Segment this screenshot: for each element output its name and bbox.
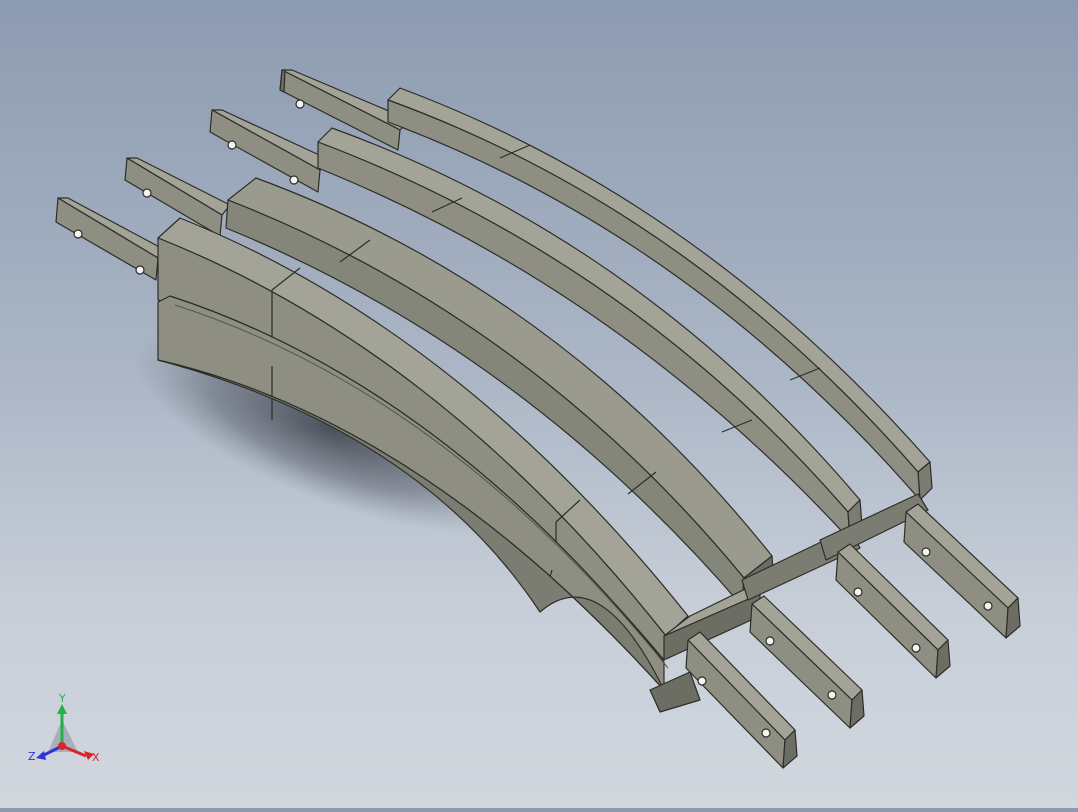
z-axis-label: Z — [28, 750, 36, 763]
back-tab-2[interactable] — [209, 109, 331, 193]
bolt-hole — [761, 728, 771, 738]
bolt-hole — [827, 690, 837, 700]
bolt-hole — [983, 601, 993, 611]
bolt-hole — [227, 140, 237, 150]
bolt-hole — [73, 229, 83, 239]
bolt-hole — [853, 587, 863, 597]
y-axis-label: Y — [58, 692, 66, 705]
bolt-hole — [135, 265, 145, 275]
cad-3d-viewport[interactable]: Y X Z — [0, 0, 1078, 808]
bolt-hole — [911, 643, 921, 653]
bolt-hole — [289, 175, 299, 185]
bolt-hole — [295, 99, 305, 109]
bolt-hole — [765, 636, 775, 646]
back-tab-4[interactable] — [55, 197, 166, 281]
bolt-hole — [142, 188, 152, 198]
orientation-triad[interactable]: Y X Z — [28, 690, 108, 770]
bolt-hole — [921, 547, 931, 557]
curved-rail-assembly-model[interactable] — [0, 0, 1078, 808]
x-axis-label: X — [92, 751, 100, 764]
bolt-hole — [697, 676, 707, 686]
